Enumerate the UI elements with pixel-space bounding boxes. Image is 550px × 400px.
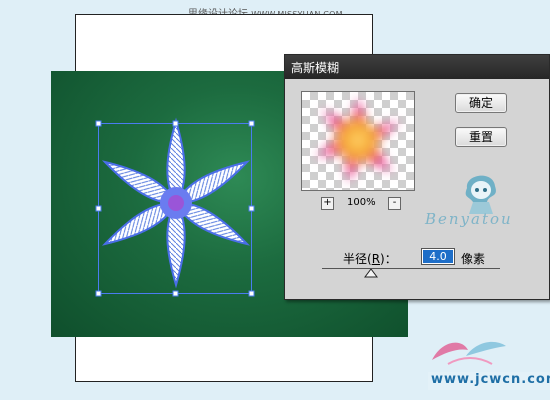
radius-label-prefix: 半径( bbox=[343, 252, 372, 266]
radius-label-suffix: )： bbox=[380, 252, 397, 266]
blur-preview[interactable] bbox=[301, 91, 415, 191]
reset-button[interactable]: 重置 bbox=[455, 127, 507, 147]
zoom-out-button[interactable]: - bbox=[388, 197, 401, 210]
zoom-level: 100% bbox=[347, 197, 376, 208]
slider-thumb-icon[interactable] bbox=[364, 269, 378, 278]
radius-label-hotkey: R bbox=[371, 252, 381, 266]
signature-text: Benyatou bbox=[425, 210, 513, 228]
radius-label: 半径(R)： bbox=[343, 250, 397, 267]
zoom-in-button[interactable]: + bbox=[321, 197, 334, 210]
bird-logo-icon bbox=[432, 341, 506, 365]
dialog-title-bar[interactable]: 高斯模糊 bbox=[285, 55, 549, 79]
ok-button[interactable]: 确定 bbox=[455, 93, 507, 113]
gaussian-blur-dialog[interactable]: 高斯模糊 确定 重置 + 100% - 半径(R)： 4.0 像素 Benyat… bbox=[284, 54, 550, 300]
dialog-title: 高斯模糊 bbox=[291, 61, 340, 75]
flower-icon[interactable] bbox=[90, 115, 260, 300]
radius-slider-track[interactable] bbox=[322, 268, 500, 269]
flower-petals bbox=[101, 117, 251, 289]
preview-flower-icon bbox=[314, 96, 402, 184]
radius-input[interactable]: 4.0 bbox=[421, 248, 455, 265]
radius-value: 4.0 bbox=[423, 250, 453, 263]
radius-unit: 像素 bbox=[461, 252, 486, 266]
site-link[interactable]: www.jcwcn.com bbox=[428, 372, 550, 390]
document-canvas[interactable]: 思缘设计论坛 WWW.MISSYUAN.COM bbox=[0, 0, 550, 400]
